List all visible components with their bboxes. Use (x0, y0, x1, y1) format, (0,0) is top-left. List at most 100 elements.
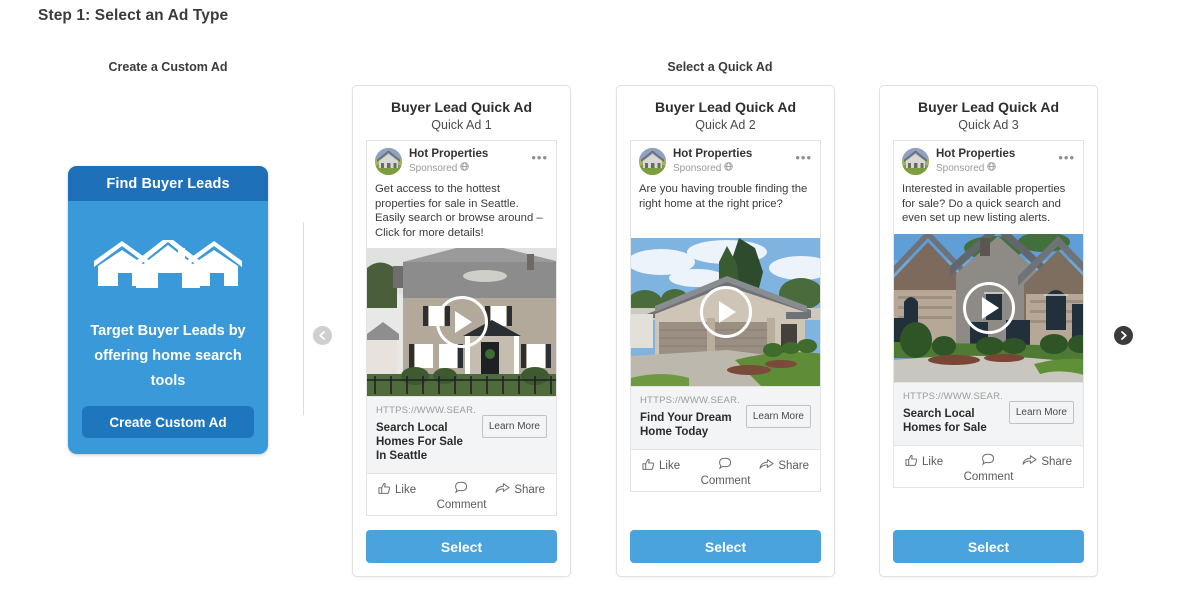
ad-media-image[interactable] (631, 238, 820, 386)
share-label: Share (778, 460, 809, 472)
like-action[interactable]: Like (642, 458, 680, 474)
page-title: Step 1: Select an Ad Type (38, 7, 229, 24)
custom-ad-body: Target Buyer Leads by offering home sear… (90, 323, 246, 389)
more-options-icon[interactable]: ••• (795, 151, 812, 164)
ad-display-url: HTTPS://WWW.SEAR... (903, 390, 1003, 402)
globe-icon (987, 162, 997, 175)
quick-ad-title: Buyer Lead Quick Ad (390, 99, 533, 115)
ad-preview: Hot Properties Sponsored ••• Are you hav… (630, 140, 821, 492)
like-label: Like (395, 484, 417, 497)
ad-preview: Hot Properties Sponsored ••• Interested … (893, 140, 1084, 488)
custom-ad-column-heading: Create a Custom Ad (108, 60, 228, 74)
ad-preview-header: Hot Properties Sponsored ••• (631, 141, 820, 180)
more-options-icon[interactable]: ••• (531, 151, 548, 164)
comment-label: Comment (700, 475, 751, 487)
comment-action[interactable]: Comment (963, 453, 1014, 483)
comment-action[interactable]: Comment (436, 481, 487, 512)
thumbs-up-icon (642, 458, 655, 474)
thumbs-up-icon (905, 454, 918, 470)
ad-link-section: HTTPS://WWW.SEAR... Search Local Homes f… (894, 381, 1083, 445)
custom-ad-card[interactable]: Find Buyer Leads Target Buyer Leads by o… (68, 166, 268, 454)
ad-media-image[interactable] (367, 248, 556, 397)
ad-social-actions: Like Comment Share (367, 473, 556, 516)
select-button[interactable]: Select (366, 530, 557, 563)
ad-body-text: Get access to the hottest properties for… (375, 183, 543, 239)
sponsored-label: Sponsored (936, 162, 1058, 175)
like-label: Like (659, 460, 681, 472)
sponsored-text: Sponsored (673, 163, 722, 174)
like-action[interactable]: Like (905, 454, 943, 470)
select-button[interactable]: Select (630, 530, 821, 563)
ad-preview-page-info: Hot Properties Sponsored (936, 148, 1058, 175)
learn-more-button[interactable]: Learn More (481, 415, 547, 439)
ad-link-text: HTTPS://WWW.SEAR... Search Local Homes f… (903, 391, 1003, 435)
ad-link-section: HTTPS://WWW.SEAR... Find Your Dream Home… (631, 386, 820, 449)
ad-link-text: HTTPS://WWW.SEAR... Search Local Homes F… (376, 405, 476, 463)
comment-bubble-icon (454, 481, 468, 497)
ad-display-url: HTTPS://WWW.SEAR... (376, 405, 476, 417)
comment-bubble-icon (718, 457, 732, 473)
carousel-prev-button[interactable] (313, 326, 332, 345)
houses-icon (68, 239, 268, 293)
column-divider (303, 222, 304, 415)
share-arrow-icon (1022, 454, 1037, 470)
ad-headline: Search Local Homes for Sale (903, 407, 987, 434)
avatar (375, 148, 402, 175)
avatar (639, 148, 666, 175)
quick-ad-column-heading: Select a Quick Ad (667, 60, 773, 74)
ad-preview-header: Hot Properties Sponsored ••• (894, 141, 1083, 180)
quick-ad-title: Buyer Lead Quick Ad (654, 99, 797, 115)
quick-ad-card[interactable]: Buyer Lead Quick Ad Quick Ad 2 Hot Prope… (616, 85, 835, 577)
comment-label: Comment (963, 470, 1014, 483)
like-action[interactable]: Like (378, 482, 416, 498)
ad-preview-header: Hot Properties Sponsored ••• (367, 141, 556, 180)
quick-ad-card[interactable]: Buyer Lead Quick Ad Quick Ad 1 Hot Prope… (352, 85, 571, 577)
share-label: Share (1041, 455, 1072, 468)
share-action[interactable]: Share (759, 458, 809, 474)
quick-ad-card[interactable]: Buyer Lead Quick Ad Quick Ad 3 Hot Prope… (879, 85, 1098, 577)
comment-action[interactable]: Comment (700, 457, 751, 487)
quick-ad-subtitle: Quick Ad 3 (958, 118, 1019, 132)
share-action[interactable]: Share (495, 482, 545, 498)
globe-icon (724, 162, 734, 175)
ad-body-text: Are you having trouble finding the right… (639, 183, 808, 210)
page-name: Hot Properties (673, 148, 753, 160)
create-custom-ad-button[interactable]: Create Custom Ad (82, 406, 254, 438)
ad-preview-page-info: Hot Properties Sponsored (409, 148, 531, 175)
page-name: Hot Properties (936, 148, 1016, 160)
comment-label: Comment (436, 499, 487, 512)
custom-ad-header: Find Buyer Leads (68, 166, 268, 201)
globe-icon (460, 162, 470, 175)
ad-media-image[interactable] (894, 233, 1083, 382)
share-arrow-icon (495, 482, 510, 498)
ad-body-text: Interested in available properties for s… (902, 183, 1066, 225)
ad-type-selection-page: Step 1: Select an Ad Type Create a Custo… (0, 0, 1200, 604)
quick-ad-title: Buyer Lead Quick Ad (917, 99, 1060, 115)
ad-display-url: HTTPS://WWW.SEAR... (640, 395, 740, 406)
ad-headline: Find Your Dream Home Today (640, 412, 732, 438)
ad-headline: Search Local Homes For Sale In Seattle (376, 422, 463, 463)
ad-link-section: HTTPS://WWW.SEAR... Search Local Homes F… (367, 396, 556, 474)
thumbs-up-icon (378, 482, 391, 498)
avatar (902, 148, 929, 175)
more-options-icon[interactable]: ••• (1058, 151, 1075, 164)
share-action[interactable]: Share (1022, 454, 1072, 470)
page-name: Hot Properties (409, 148, 489, 160)
quick-ad-subtitle: Quick Ad 1 (431, 118, 492, 132)
share-label: Share (514, 484, 545, 497)
ad-social-actions: Like Comment Share (631, 449, 820, 491)
sponsored-label: Sponsored (409, 162, 531, 175)
play-button-icon[interactable] (699, 286, 752, 338)
ad-preview: Hot Properties Sponsored ••• Get access … (366, 140, 557, 517)
ad-social-actions: Like Comment Share (894, 444, 1083, 487)
learn-more-button[interactable]: Learn More (745, 405, 811, 428)
carousel-next-button[interactable] (1114, 326, 1133, 345)
learn-more-button[interactable]: Learn More (1008, 400, 1074, 424)
sponsored-text: Sponsored (936, 163, 985, 174)
play-button-icon[interactable] (962, 281, 1015, 334)
like-label: Like (922, 455, 944, 468)
play-button-icon[interactable] (435, 296, 488, 349)
select-button[interactable]: Select (893, 530, 1084, 563)
ad-link-text: HTTPS://WWW.SEAR... Find Your Dream Home… (640, 395, 740, 439)
share-arrow-icon (759, 458, 774, 474)
